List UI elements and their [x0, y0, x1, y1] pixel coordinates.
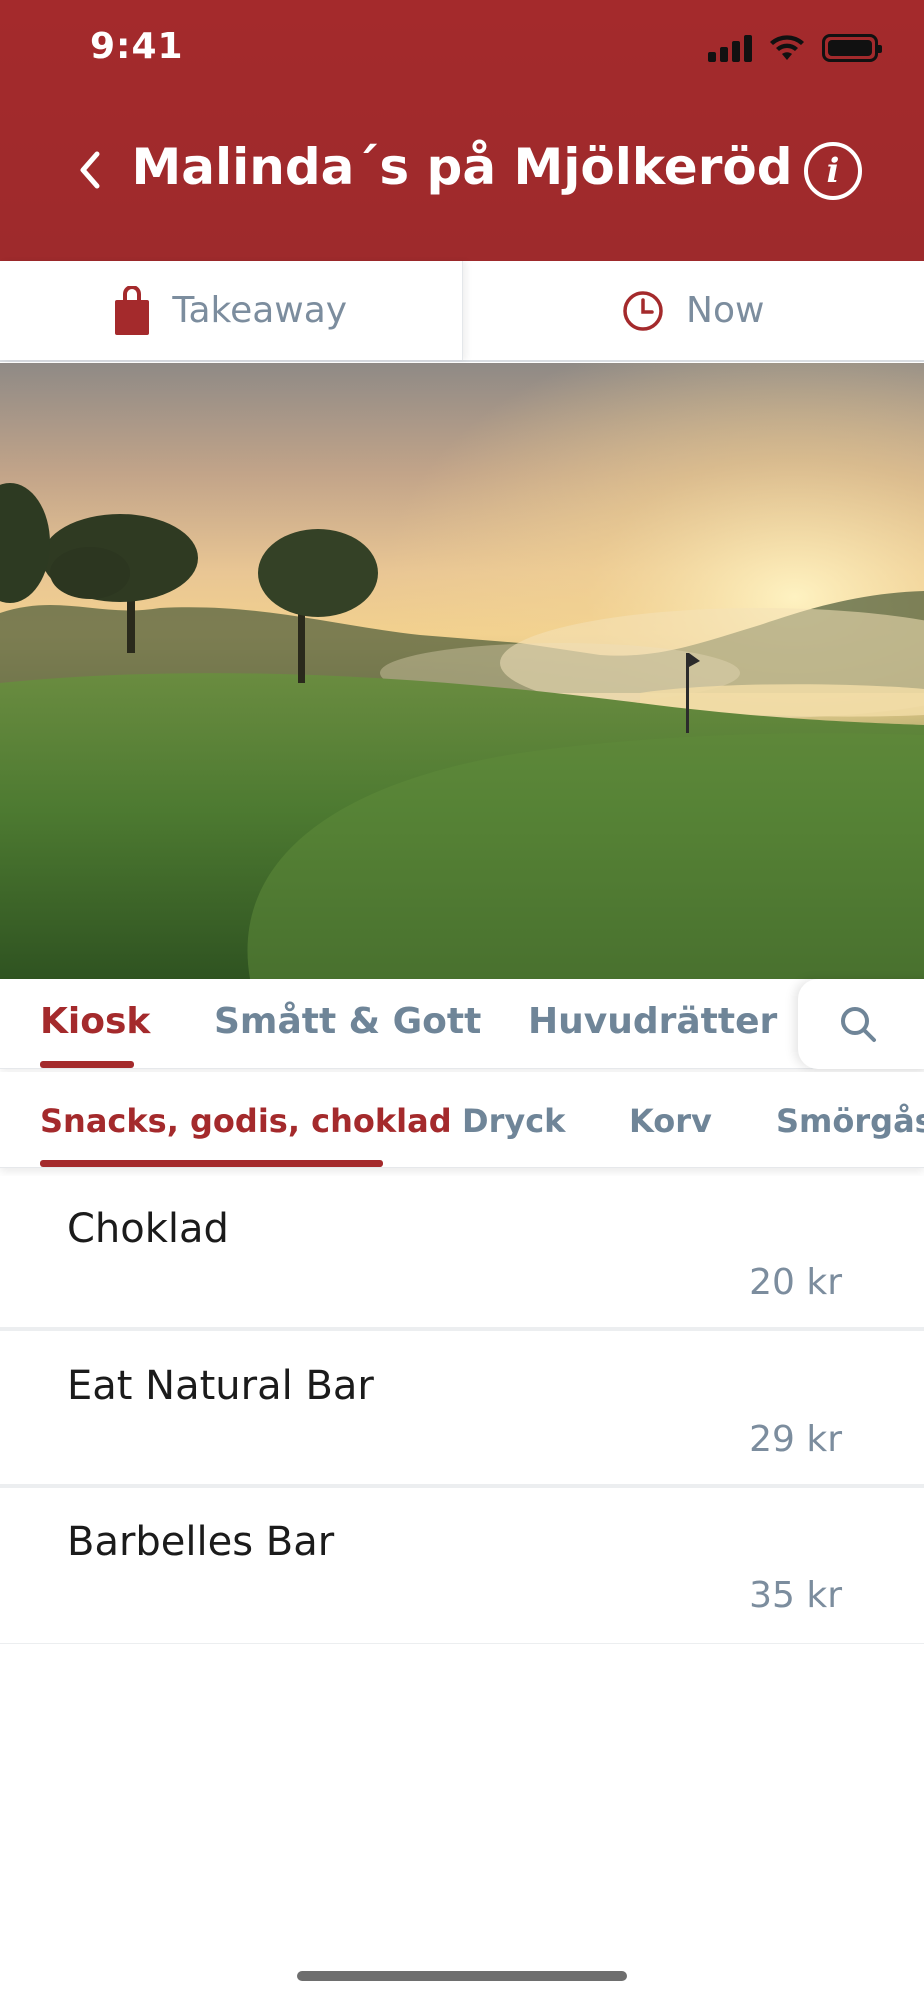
category-tabs: Kiosk Smått & Gott Huvudrätter — [0, 979, 924, 1069]
app-header: 9:41 Malinda´s på Mjölkeröd i — [0, 0, 924, 261]
menu-item-price: 29 kr — [749, 1419, 842, 1460]
menu-item[interactable]: Eat Natural Bar 29 kr — [0, 1333, 924, 1488]
menu-item-price: 20 kr — [749, 1262, 842, 1303]
subtab-snacks[interactable]: Snacks, godis, choklad — [40, 1102, 452, 1140]
takeaway-label: Takeaway — [172, 290, 348, 331]
menu-item[interactable]: Barbelles Bar 35 kr — [0, 1489, 924, 1644]
wifi-icon — [770, 35, 804, 60]
takeaway-selector[interactable]: Takeaway — [0, 261, 463, 360]
golf-course-illustration — [0, 363, 924, 979]
info-icon: i — [826, 151, 840, 191]
tab-huvudratter[interactable]: Huvudrätter — [528, 1001, 777, 1042]
time-label: Now — [686, 290, 765, 331]
subcategory-tabs: Snacks, godis, choklad Dryck Korv Smörgå… — [0, 1072, 924, 1168]
restaurant-hero-image — [0, 363, 924, 979]
search-icon — [841, 1007, 876, 1042]
tab-smatt-gott[interactable]: Smått & Gott — [214, 1001, 481, 1042]
subtab-smorgasar[interactable]: Smörgåsar — [776, 1102, 924, 1140]
tab-kiosk[interactable]: Kiosk — [40, 1001, 150, 1042]
subtab-dryck[interactable]: Dryck — [462, 1102, 565, 1140]
battery-icon — [822, 34, 882, 62]
page-title: Malinda´s på Mjölkeröd — [131, 138, 793, 196]
clock-icon — [623, 290, 663, 331]
menu-item-price: 35 kr — [749, 1575, 842, 1616]
menu-item-name: Barbelles Bar — [67, 1519, 335, 1565]
menu-item[interactable]: Choklad 20 kr — [0, 1176, 924, 1331]
subtab-active-indicator — [40, 1160, 383, 1167]
tab-active-indicator — [40, 1061, 134, 1068]
shopping-bag-icon — [115, 285, 150, 335]
home-indicator[interactable] — [297, 1971, 627, 1981]
search-button[interactable] — [798, 979, 924, 1069]
time-selector[interactable]: Now — [463, 261, 924, 360]
cellular-signal-icon — [708, 34, 752, 62]
menu-item-name: Eat Natural Bar — [67, 1363, 374, 1409]
order-mode-bar: Takeaway Now — [0, 261, 924, 362]
subtab-korv[interactable]: Korv — [629, 1102, 712, 1140]
info-button[interactable]: i — [804, 142, 862, 200]
status-time: 9:41 — [90, 26, 184, 67]
menu-item-name: Choklad — [67, 1206, 229, 1252]
status-icons — [708, 34, 882, 62]
